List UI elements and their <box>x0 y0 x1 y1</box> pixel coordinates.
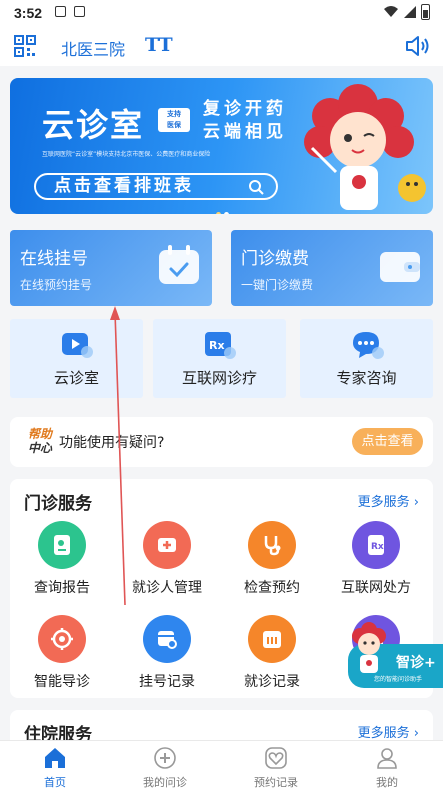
tab-appointment-records[interactable]: 预约记录 <box>221 741 331 789</box>
patient-management-item[interactable]: 就诊人管理 <box>121 521 211 607</box>
wifi-icon <box>384 6 398 17</box>
badge-line-1: 支持 <box>167 110 181 118</box>
chat-icon <box>352 332 384 359</box>
section-title: 门诊服务 <box>24 494 92 514</box>
smart-guide-item[interactable]: 智能导诊 <box>16 615 106 701</box>
tile-label: 专家咨询 <box>336 369 397 387</box>
exam-booking-item[interactable]: 检查预约 <box>226 521 316 607</box>
tab-label: 首页 <box>44 776 66 789</box>
home-icon <box>45 748 65 768</box>
query-report-item[interactable]: 查询报告 <box>16 521 106 607</box>
more-label: 更多服务 <box>357 726 410 741</box>
cta-label: 点击查看排班表 <box>54 176 194 196</box>
a-notification-icon <box>74 6 85 17</box>
assistant-title: 智诊+ <box>396 655 436 671</box>
cloud-clinic-tile[interactable]: 云诊室 <box>10 319 143 398</box>
video-icon <box>61 333 93 358</box>
gallery-notification-icon <box>55 6 66 17</box>
help-center-bar: 帮助 中心 功能使用有疑问? 点击查看 <box>10 417 433 467</box>
status-time: 3:52 <box>14 5 43 21</box>
slogan-line-1: 复诊开药 <box>203 99 287 119</box>
help-view-button[interactable]: 点击查看 <box>352 428 423 455</box>
view-schedule-button[interactable]: 点击查看排班表 <box>34 173 278 200</box>
card-subtitle: 在线预约挂号 <box>20 278 93 292</box>
battery-icon <box>421 4 430 20</box>
signal-icon <box>404 6 416 18</box>
more-services-link[interactable]: 更多服务 › <box>358 722 419 741</box>
online-registration-card[interactable]: 在线挂号 在线预约挂号 <box>10 230 212 306</box>
target-icon <box>38 615 86 663</box>
calendar-icon <box>159 245 199 284</box>
tab-label: 我的问诊 <box>143 776 187 789</box>
calendar-search-icon <box>143 615 191 663</box>
slogan-line-2: 云端相见 <box>203 122 287 142</box>
item-label: 智能导诊 <box>34 674 90 690</box>
help-logo-line-1: 帮助 <box>27 427 52 441</box>
tab-label: 我的 <box>376 776 398 789</box>
tab-my-consultations[interactable]: 我的问诊 <box>110 741 220 789</box>
mascot-illustration <box>304 84 426 210</box>
patient-card-icon <box>143 521 191 569</box>
expert-consult-tile[interactable]: 专家咨询 <box>300 319 433 398</box>
item-label: 查询报告 <box>34 580 90 596</box>
help-center-logo: 帮助 中心 <box>20 427 60 457</box>
outpatient-payment-card[interactable]: 门诊缴费 一键门诊缴费 <box>231 230 433 306</box>
cloud-clinic-banner[interactable]: 云诊室 支持 医保 复诊开药 云端相见 互联网医院“云诊室”模块支持北京市医保、… <box>10 78 433 214</box>
registration-record-item[interactable]: 挂号记录 <box>121 615 211 701</box>
card-title: 门诊缴费 <box>241 249 309 269</box>
stethoscope-icon <box>248 521 296 569</box>
help-question: 功能使用有疑问? <box>59 435 165 451</box>
heart-icon <box>265 747 287 769</box>
assistant-mascot-icon <box>352 622 386 673</box>
font-size-button[interactable]: TT <box>145 34 173 56</box>
insurance-badge: 支持 医保 <box>158 108 190 132</box>
calendar-bars-icon <box>248 615 296 663</box>
hospital-name[interactable]: 北医三院 <box>61 36 125 60</box>
assistant-subtitle: 您的智能问诊助手 <box>374 676 423 683</box>
card-title: 在线挂号 <box>20 249 88 269</box>
tab-me[interactable]: 我的 <box>332 741 442 789</box>
qr-code-icon[interactable] <box>14 35 36 57</box>
medical-cross-icon <box>154 747 176 769</box>
more-services-link[interactable]: 更多服务 › <box>358 491 419 510</box>
search-icon <box>249 180 264 195</box>
banner-slogan: 复诊开药 云端相见 <box>203 98 303 144</box>
item-label: 检查预约 <box>244 580 300 596</box>
rx-icon: Rx <box>204 332 236 359</box>
internet-prescription-item[interactable]: Rx 互联网处方 <box>330 521 420 607</box>
item-label: 挂号记录 <box>139 674 195 690</box>
user-icon <box>377 748 397 769</box>
banner-description: 互联网医院“云诊室”模块支持北京市医保、公费医疗和商业保险 <box>42 151 211 158</box>
more-label: 更多服务 <box>357 495 410 510</box>
app-header: 北医三院 TT <box>0 26 443 66</box>
prescription-icon: Rx <box>352 521 400 569</box>
tab-label: 预约记录 <box>254 776 298 789</box>
bottom-tab-bar: 首页 我的问诊 预约记录 我的 <box>0 740 443 789</box>
item-label: 就诊人管理 <box>132 580 202 596</box>
banner-title: 云诊室 <box>42 106 145 144</box>
tab-home[interactable]: 首页 <box>0 741 110 789</box>
item-label: 就诊记录 <box>244 674 300 690</box>
tile-label: 互联网诊疗 <box>181 369 257 387</box>
visit-record-item[interactable]: 就诊记录 <box>226 615 316 701</box>
smart-assistant-float[interactable]: 智诊+ 您的智能问诊助手 <box>348 612 443 688</box>
item-label: 互联网处方 <box>341 580 411 596</box>
wallet-icon <box>380 252 420 282</box>
svg-text:Rx: Rx <box>371 542 384 552</box>
report-icon <box>38 521 86 569</box>
internet-treatment-tile[interactable]: Rx 互联网诊疗 <box>153 319 286 398</box>
tile-label: 云诊室 <box>53 369 99 387</box>
status-bar: 3:52 <box>0 0 443 26</box>
carousel-indicator <box>216 202 236 214</box>
badge-line-2: 医保 <box>167 121 181 129</box>
card-subtitle: 一键门诊缴费 <box>241 278 314 292</box>
help-logo-line-2: 中心 <box>27 441 52 455</box>
svg-text:Rx: Rx <box>209 339 225 352</box>
speaker-icon[interactable] <box>405 34 431 58</box>
